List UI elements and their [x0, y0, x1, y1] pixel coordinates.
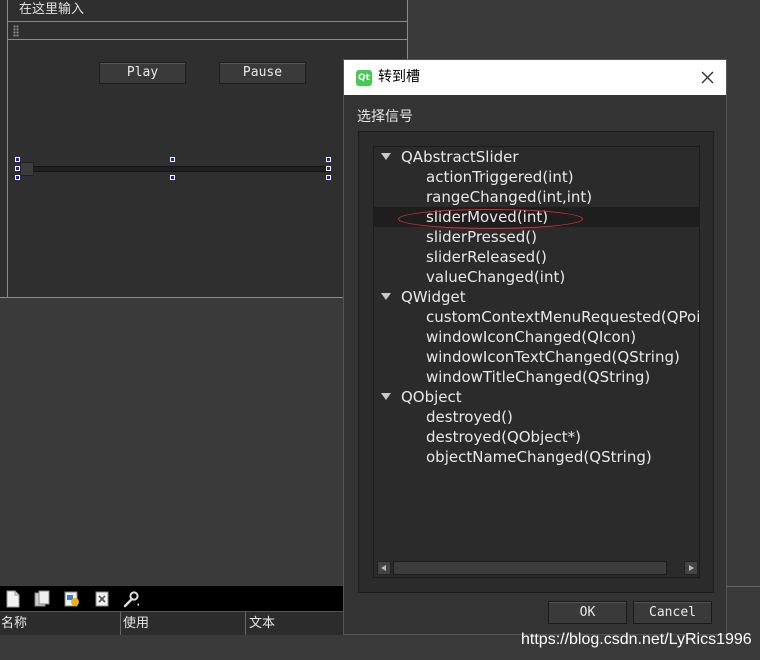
tree-signal-label: sliderPressed(): [426, 228, 537, 246]
tree-signal-label: sliderReleased(): [426, 248, 547, 266]
scroll-left-arrow-icon[interactable]: [377, 561, 391, 575]
ok-button[interactable]: OK: [548, 601, 627, 624]
tree-group-label: QWidget: [401, 288, 466, 306]
divider: [726, 586, 760, 587]
tree-signal-row[interactable]: sliderPressed(): [374, 227, 699, 247]
scrollbar-thumb[interactable]: [393, 561, 667, 575]
expand-arrow-icon[interactable]: [381, 153, 391, 160]
select-signal-label: 选择信号: [357, 109, 413, 125]
copy-file-icon[interactable]: [33, 590, 51, 608]
scroll-right-arrow-icon[interactable]: [684, 561, 698, 575]
tree-group-row[interactable]: QAbstractSlider: [374, 147, 699, 167]
tree-signal-row[interactable]: valueChanged(int): [374, 267, 699, 287]
column-header-name[interactable]: 名称: [0, 612, 121, 636]
selection-handle[interactable]: [170, 175, 175, 180]
close-icon[interactable]: [699, 69, 716, 86]
pause-button[interactable]: Pause: [219, 62, 306, 84]
column-header-use[interactable]: 使用: [122, 612, 246, 636]
tree-signal-label: windowTitleChanged(QString): [426, 368, 651, 386]
menu-bar-placeholder[interactable]: 在这里输入: [8, 0, 408, 22]
tree-signal-row[interactable]: windowIconChanged(QIcon): [374, 327, 699, 347]
tree-signal-row[interactable]: customContextMenuRequested(QPoint): [374, 307, 700, 327]
toolbar-area: [8, 22, 408, 40]
tree-signal-label: actionTriggered(int): [426, 168, 574, 186]
selection-handle[interactable]: [15, 166, 20, 171]
delete-icon[interactable]: [93, 590, 111, 608]
selection-handle[interactable]: [326, 157, 331, 162]
tree-signal-label: customContextMenuRequested(QPoint): [426, 308, 700, 326]
horizontal-scrollbar[interactable]: [375, 559, 699, 577]
tree-signal-row[interactable]: sliderReleased(): [374, 247, 699, 267]
new-file-icon[interactable]: [4, 590, 22, 608]
horizontal-slider[interactable]: [18, 166, 330, 172]
toolbar-grip-icon[interactable]: [13, 25, 19, 37]
dialog-titlebar[interactable]: Qt 转到槽: [344, 60, 726, 95]
tree-signal-row[interactable]: windowTitleChanged(QString): [374, 367, 699, 387]
tree-signal-label: destroyed(): [426, 408, 513, 426]
go-to-slot-dialog: Qt 转到槽 选择信号 QAbstractSlider actionTrigger…: [343, 59, 727, 635]
column-header-text[interactable]: 文本: [248, 612, 345, 636]
selection-handle[interactable]: [15, 157, 20, 162]
resource-icon[interactable]: [63, 590, 81, 608]
qt-logo-icon: Qt: [356, 70, 372, 86]
tree-signal-row[interactable]: rangeChanged(int,int): [374, 187, 699, 207]
selection-handle[interactable]: [15, 175, 20, 180]
slider-handle[interactable]: [20, 162, 34, 176]
expand-arrow-icon[interactable]: [381, 393, 391, 400]
resource-table-header: 名称 使用 文本: [0, 611, 345, 636]
dialog-title: 转到槽: [378, 69, 420, 85]
tree-signal-row[interactable]: destroyed(): [374, 407, 699, 427]
watermark-text: https://blog.csdn.net/LyRics1996: [521, 631, 752, 648]
tree-group-row[interactable]: QWidget: [374, 287, 699, 307]
selection-handle[interactable]: [326, 175, 331, 180]
tree-signal-label: windowIconChanged(QIcon): [426, 328, 637, 346]
signal-group-frame: QAbstractSlider actionTriggered(int) range…: [358, 131, 714, 593]
play-button[interactable]: Play: [99, 62, 186, 84]
cancel-button[interactable]: Cancel: [633, 601, 712, 624]
tree-signal-row[interactable]: windowIconTextChanged(QString): [374, 347, 699, 367]
tree-signal-label: valueChanged(int): [426, 268, 566, 286]
resource-toolbar: [0, 586, 345, 611]
tree-group-label: QAbstractSlider: [401, 148, 519, 166]
tree-signal-row[interactable]: destroyed(QObject*): [374, 427, 699, 447]
expand-arrow-icon[interactable]: [381, 293, 391, 300]
tree-group-row[interactable]: QObject: [374, 387, 699, 407]
annotation-ellipse: [398, 209, 583, 229]
tree-group-label: QObject: [401, 388, 462, 406]
wrench-icon[interactable]: [122, 590, 140, 608]
tree-signal-label: rangeChanged(int,int): [426, 188, 593, 206]
tree-signal-row[interactable]: actionTriggered(int): [374, 167, 699, 187]
selection-handle[interactable]: [170, 157, 175, 162]
tree-signal-label: windowIconTextChanged(QString): [426, 348, 680, 366]
tree-signal-label: destroyed(QObject*): [426, 428, 581, 446]
tree-signal-row[interactable]: objectNameChanged(QString): [374, 447, 699, 467]
signal-tree[interactable]: QAbstractSlider actionTriggered(int) range…: [373, 146, 700, 578]
tree-signal-label: objectNameChanged(QString): [426, 448, 652, 466]
form-border: [7, 0, 8, 298]
tree-signal-row-selected[interactable]: sliderMoved(int): [374, 207, 699, 229]
selection-handle[interactable]: [326, 166, 331, 171]
